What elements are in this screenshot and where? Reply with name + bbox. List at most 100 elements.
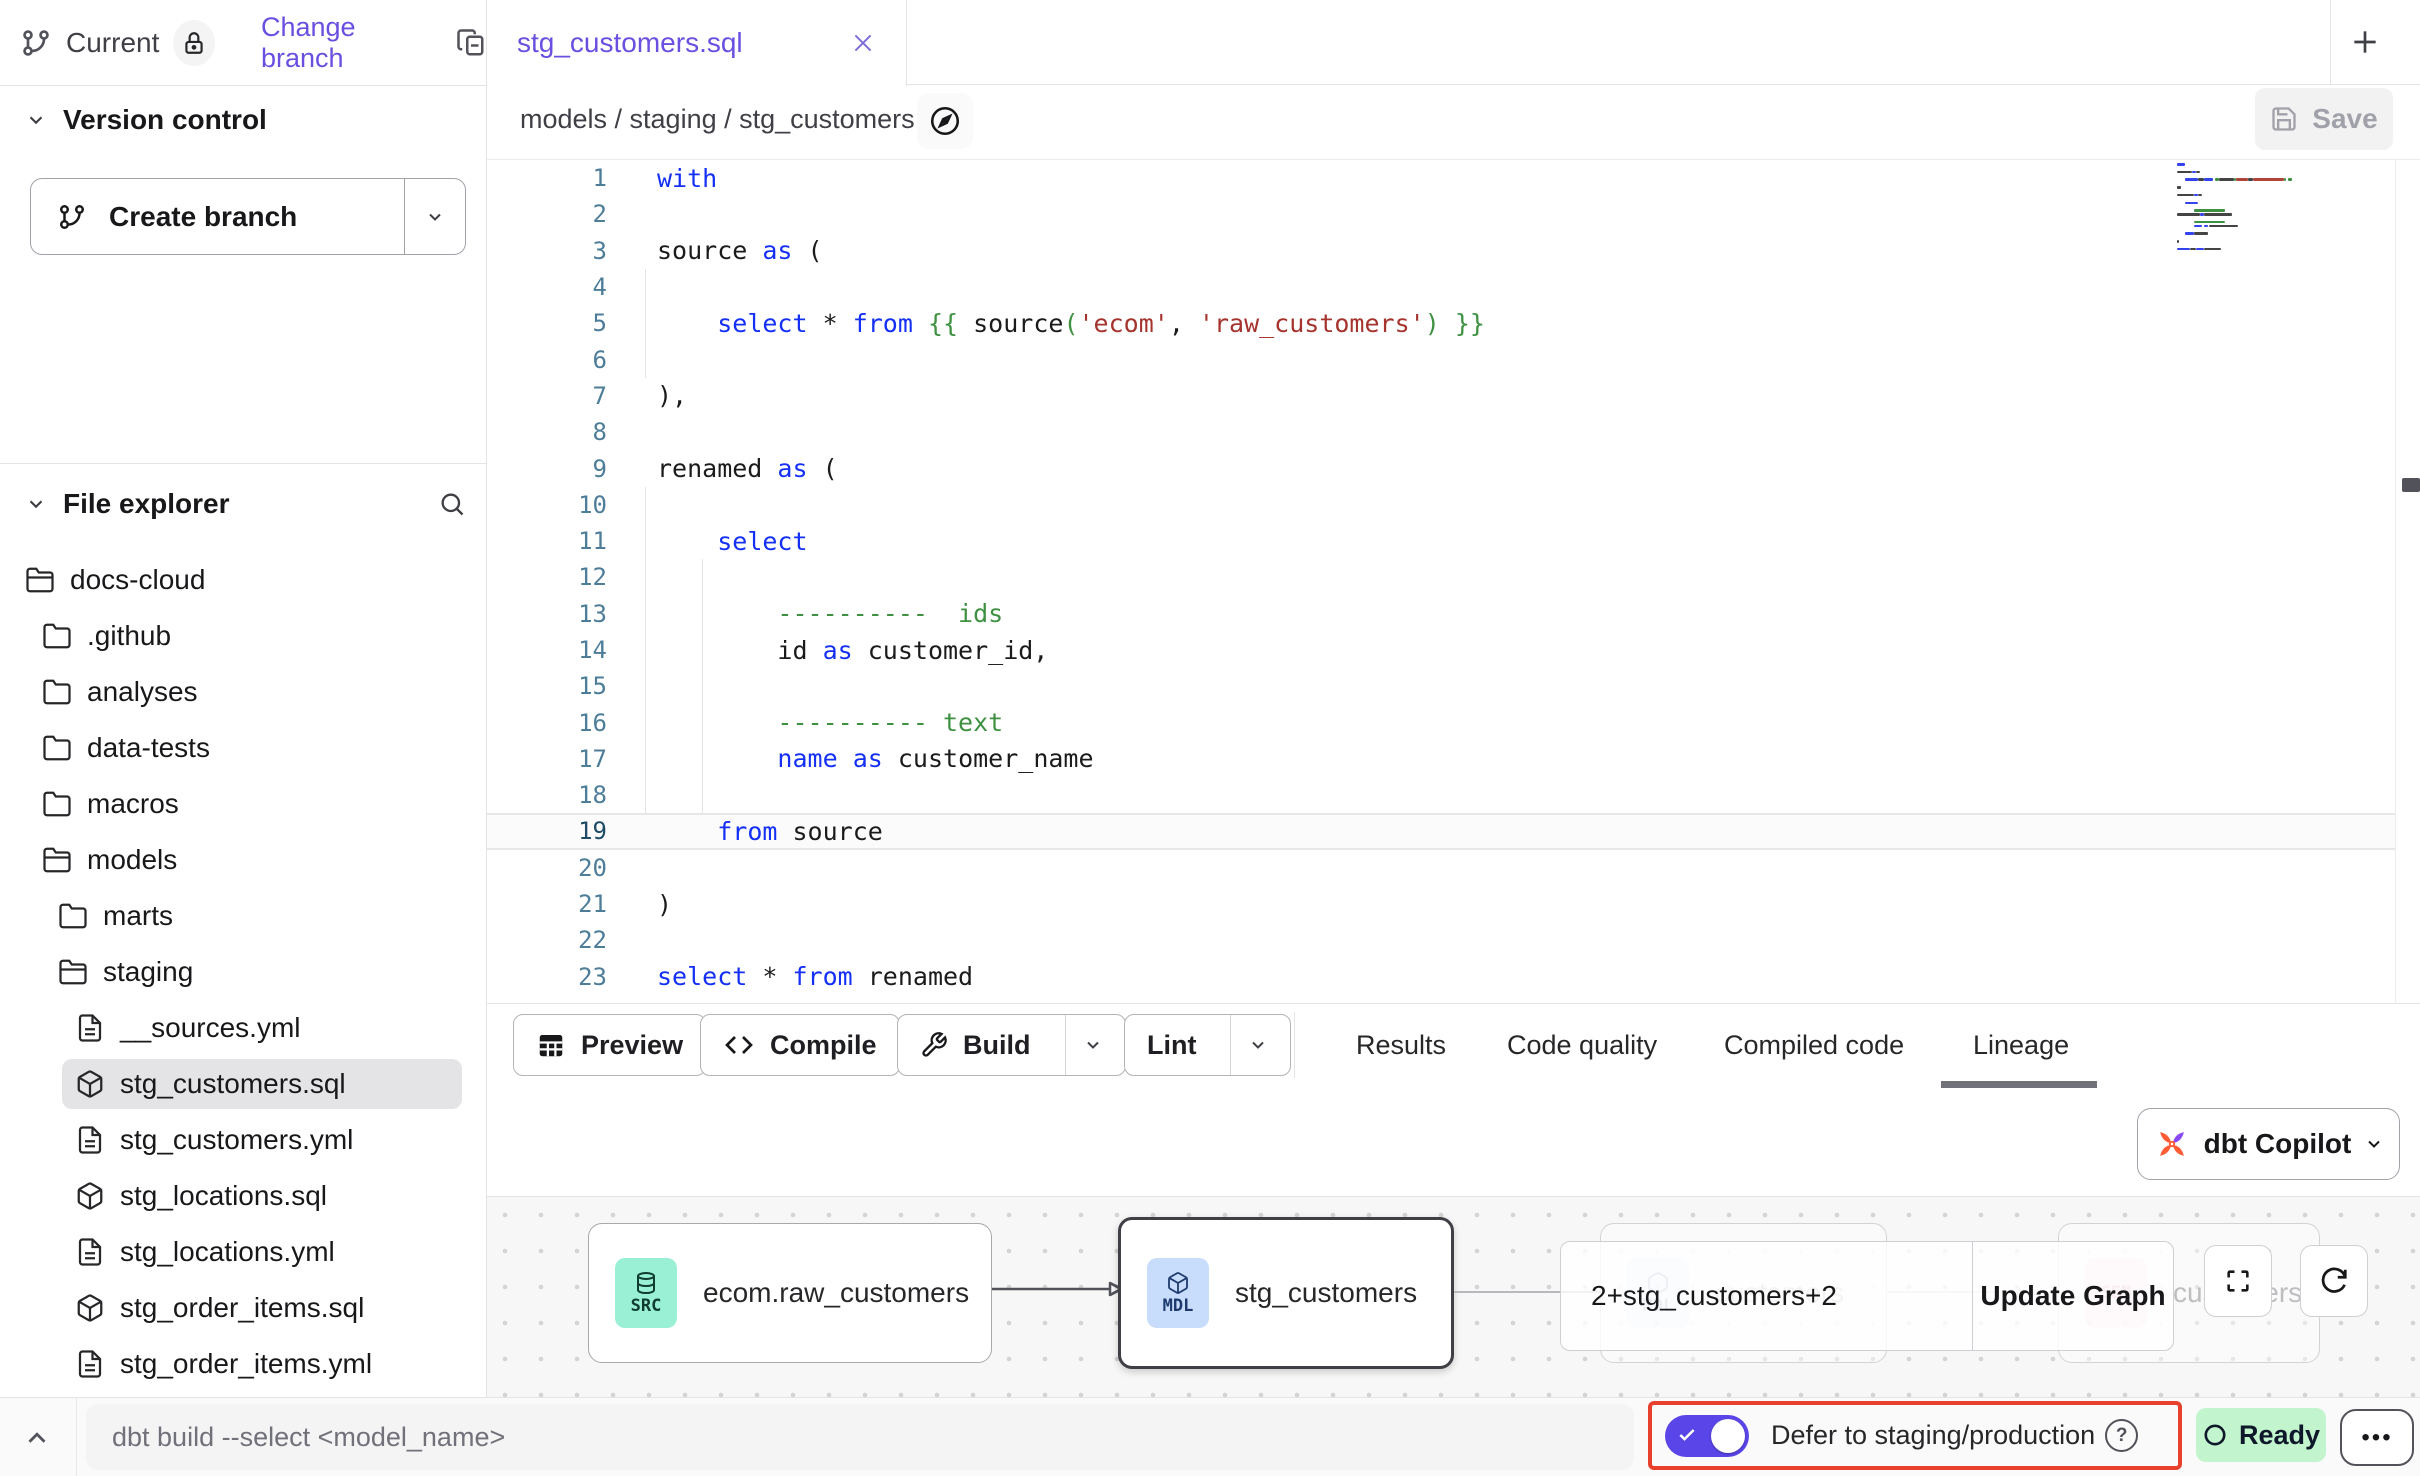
close-icon[interactable] (850, 30, 876, 56)
file-tree-item[interactable]: docs-cloud (0, 552, 484, 608)
minimap-line (2209, 225, 2238, 228)
change-branch-link[interactable]: Change branch (261, 12, 428, 74)
tab-code-quality[interactable]: Code quality (1507, 1030, 1657, 1061)
lint-menu-chevron[interactable] (1230, 1015, 1268, 1075)
lint-button[interactable]: Lint (1124, 1014, 1291, 1076)
line-number: 1 (487, 164, 619, 192)
code-line[interactable]: 8 (487, 414, 2395, 450)
code-line[interactable]: 16 ---------- text (487, 704, 2395, 740)
tab-lineage[interactable]: Lineage (1973, 1030, 2069, 1061)
code-text: select (619, 527, 808, 556)
file-tree-item[interactable]: stg_customers.sql (0, 1056, 484, 1112)
tab-stg-customers-sql[interactable]: stg_customers.sql (487, 0, 907, 86)
code-line[interactable]: 2 (487, 196, 2395, 232)
file-explorer-header[interactable]: File explorer (25, 488, 466, 520)
code-line[interactable]: 9renamed as ( (487, 450, 2395, 486)
file-tree-item[interactable]: stg_customers.yml (0, 1112, 484, 1168)
build-button[interactable]: Build (897, 1014, 1126, 1076)
build-menu-chevron[interactable] (1065, 1015, 1103, 1075)
line-number: 8 (487, 418, 619, 446)
search-icon[interactable] (438, 490, 466, 518)
copilot-compass-button[interactable] (917, 93, 973, 149)
file-name: marts (103, 900, 173, 932)
preview-button[interactable]: Preview (513, 1014, 706, 1076)
file-tree-item[interactable]: staging (0, 944, 484, 1000)
ready-label: Ready (2239, 1420, 2320, 1451)
code-line[interactable]: 6 (487, 341, 2395, 377)
tab-compiled-code[interactable]: Compiled code (1724, 1030, 1904, 1061)
line-number: 21 (487, 890, 619, 918)
create-branch-menu[interactable] (405, 207, 465, 227)
chevron-down-icon (25, 493, 47, 515)
copy-icon[interactable] (456, 28, 486, 58)
lineage-node-stg-customers[interactable]: MDL stg_customers (1118, 1217, 1454, 1369)
code-line[interactable]: 20 (487, 850, 2395, 886)
refresh-button[interactable] (2300, 1245, 2368, 1317)
help-icon[interactable]: ? (2105, 1419, 2138, 1452)
chevron-up-icon[interactable] (22, 1423, 52, 1453)
defer-toggle[interactable] (1665, 1415, 1749, 1457)
code-line[interactable]: 7), (487, 378, 2395, 414)
code-line[interactable]: 22 (487, 922, 2395, 958)
update-graph-button[interactable]: Update Graph (1973, 1242, 2173, 1350)
lineage-selector-input[interactable]: 2+stg_customers+2 (1561, 1242, 1973, 1350)
git-branch-icon (20, 27, 52, 59)
code-line[interactable]: 14 id as customer_id, (487, 632, 2395, 668)
more-options-button[interactable]: ••• (2340, 1409, 2414, 1466)
divider (0, 463, 486, 464)
file-tree-item[interactable]: analyses (0, 664, 484, 720)
dbt-copilot-button[interactable]: dbt Copilot (2137, 1108, 2400, 1180)
code-line[interactable]: 12 (487, 559, 2395, 595)
file-tree-item[interactable]: marts (0, 888, 484, 944)
compile-button[interactable]: Compile (700, 1014, 900, 1076)
file-name: staging (103, 956, 193, 988)
scrollbar-thumb[interactable] (2402, 478, 2420, 492)
file-tree-item[interactable]: stg_order_items.yml (0, 1336, 484, 1392)
code-line[interactable]: 3source as ( (487, 233, 2395, 269)
code-line[interactable]: 10 (487, 487, 2395, 523)
code-line[interactable]: 1with (487, 160, 2395, 196)
breadcrumb: models / staging / stg_customers.sql (520, 104, 957, 135)
lineage-node-source[interactable]: SRC ecom.raw_customers (588, 1223, 992, 1363)
code-text: name as customer_name (619, 744, 1094, 773)
file-name: stg_locations.sql (120, 1180, 327, 1212)
code-editor[interactable]: 1with23source as (45 select * from {{ so… (487, 160, 2395, 1003)
fullscreen-button[interactable] (2204, 1245, 2272, 1317)
code-line[interactable]: 21) (487, 886, 2395, 922)
code-line[interactable]: 5 select * from {{ source('ecom', 'raw_c… (487, 305, 2395, 341)
code-line[interactable]: 17 name as customer_name (487, 741, 2395, 777)
badge-label: SRC (631, 1296, 662, 1316)
minimap-line (2219, 178, 2234, 181)
file-tree-item[interactable]: stg_locations.yml (0, 1224, 484, 1280)
minimap[interactable] (2150, 163, 2395, 473)
file-tree-item[interactable]: data-tests (0, 720, 484, 776)
code-line[interactable]: 15 (487, 668, 2395, 704)
code-text: with (619, 164, 717, 193)
code-line[interactable]: 13 ---------- ids (487, 596, 2395, 632)
file-tree-item[interactable]: macros (0, 776, 484, 832)
code-line[interactable]: 4 (487, 269, 2395, 305)
code-line[interactable]: 23select * from renamed (487, 959, 2395, 995)
save-button[interactable]: Save (2255, 88, 2393, 150)
code-line[interactable]: 18 (487, 777, 2395, 813)
command-input[interactable]: dbt build --select <model_name> (86, 1404, 1634, 1470)
tab-results[interactable]: Results (1356, 1030, 1446, 1061)
chevron-down-icon (25, 109, 47, 131)
file-name: data-tests (87, 732, 210, 764)
code-line[interactable]: 11 select (487, 523, 2395, 559)
new-tab-button[interactable] (2349, 26, 2381, 58)
minimap-line (2196, 171, 2200, 174)
version-control-header[interactable]: Version control (25, 104, 267, 136)
code-line[interactable]: 24 (487, 995, 2395, 1003)
file-tree-item[interactable]: __sources.yml (0, 1000, 484, 1056)
file-tree-item[interactable]: stg_locations.sql (0, 1168, 484, 1224)
git-branch-icon (57, 202, 87, 232)
file-tree-item[interactable]: .github (0, 608, 484, 664)
check-icon (1677, 1425, 1697, 1445)
file-tree-item[interactable]: models (0, 832, 484, 888)
code-line[interactable]: 19 from source (487, 813, 2395, 849)
minimap-line (2177, 240, 2179, 243)
file-tree-item[interactable]: stg_order_items.sql (0, 1280, 484, 1336)
create-branch-button[interactable]: Create branch (30, 178, 466, 255)
defer-label: Defer to staging/production (1771, 1420, 2095, 1451)
